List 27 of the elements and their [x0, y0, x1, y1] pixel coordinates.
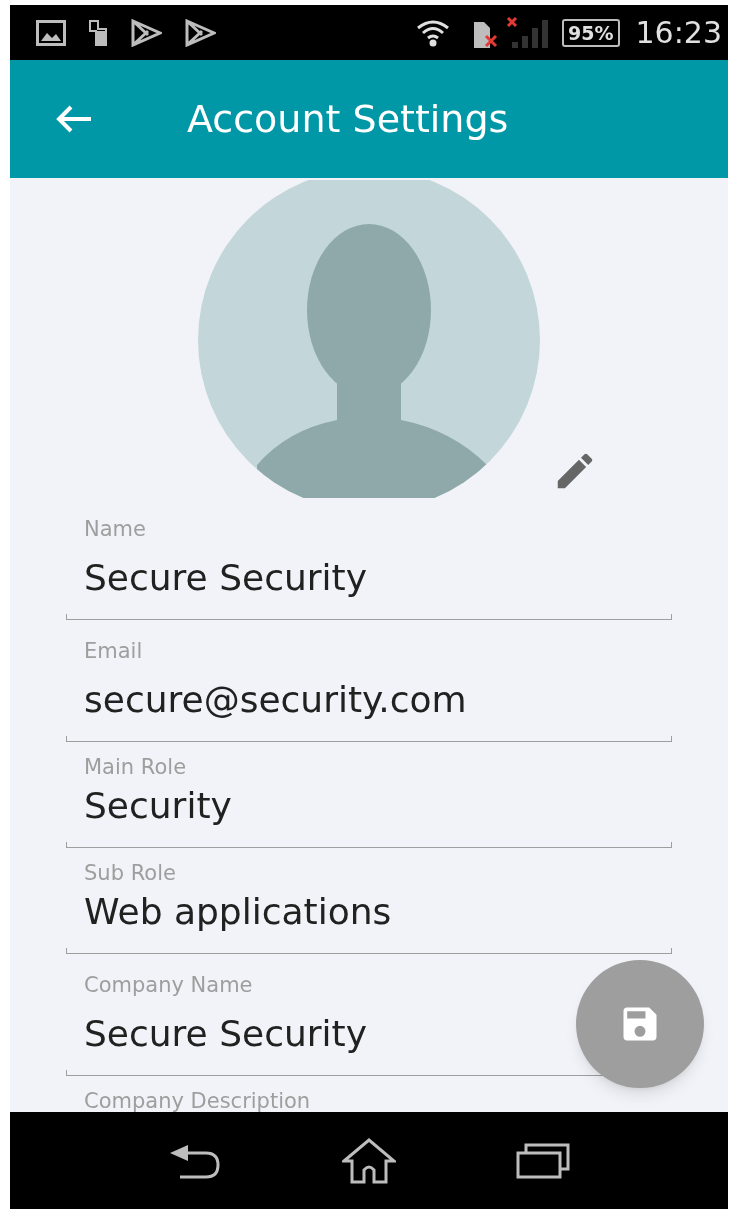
text-field[interactable]: Secure Security	[84, 556, 368, 600]
clock: 16:23	[635, 14, 722, 52]
field-label: Email	[83, 638, 144, 664]
text-field[interactable]: secure@security.com	[84, 678, 467, 722]
text-field[interactable]: Web applications	[84, 890, 392, 934]
back-icon	[168, 1142, 222, 1179]
battery-indicator: 95%	[562, 18, 620, 47]
field-label: Name	[83, 516, 147, 542]
screen-title: Account Settings	[187, 95, 509, 143]
play-store-icon	[184, 18, 216, 47]
field-label: Company Name	[83, 972, 254, 998]
recent-apps-icon	[516, 1142, 570, 1179]
text-field[interactable]: Secure Security	[84, 1012, 368, 1056]
play-store-icon	[130, 18, 162, 47]
image-icon	[36, 19, 66, 46]
text-field[interactable]: Security	[84, 784, 232, 828]
field-label: Company Description	[83, 1088, 312, 1112]
field-label: Main Role	[83, 754, 188, 780]
sd-card-icon	[88, 18, 108, 47]
no-sim-signal-icon	[472, 15, 549, 50]
home-button[interactable]	[342, 1137, 396, 1184]
recent-apps-button[interactable]	[516, 1142, 570, 1179]
wifi-icon	[416, 18, 451, 47]
field-label: Sub Role	[83, 860, 177, 886]
back-nav-button[interactable]	[168, 1142, 222, 1179]
home-icon	[342, 1137, 396, 1184]
back-arrow-icon	[55, 104, 93, 134]
